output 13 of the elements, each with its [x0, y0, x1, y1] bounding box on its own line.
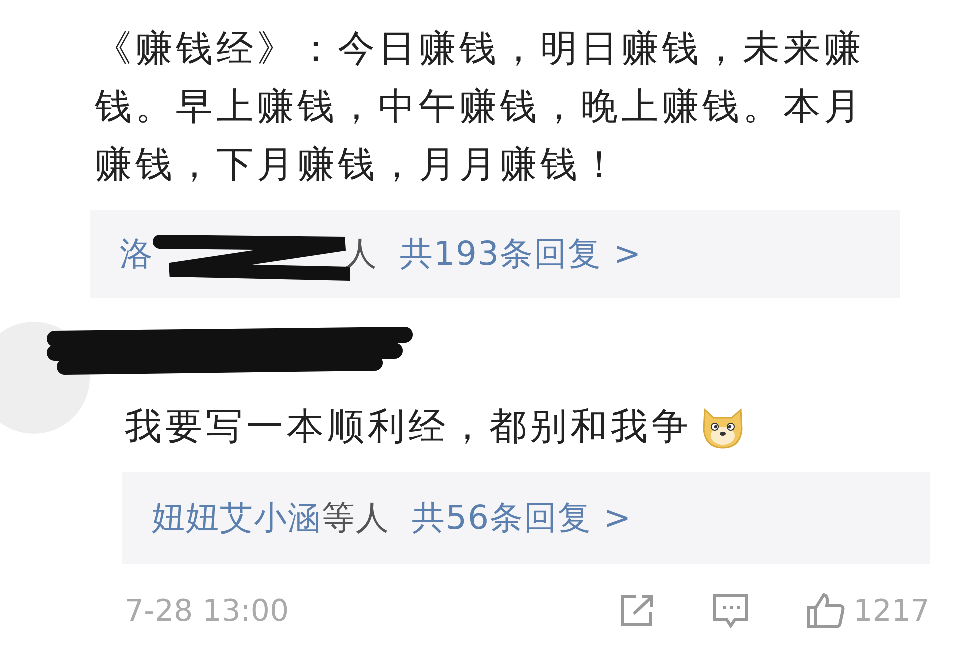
- like-count: 1217: [854, 594, 930, 628]
- share-icon[interactable]: [620, 594, 656, 628]
- reply-others-text: 等人: [322, 496, 390, 538]
- comment-time: 7-28 13:00: [125, 594, 290, 628]
- replies-panel[interactable]: 妞妞艾小涵等人 共56条回复 >: [122, 472, 930, 564]
- comment-text: 我要写一本顺利经，都别和我争: [125, 404, 692, 450]
- comment-icon[interactable]: [712, 593, 750, 629]
- reply-count-link[interactable]: 共193条回复 >: [400, 232, 642, 276]
- reply-count-link[interactable]: 共56条回复 >: [412, 496, 632, 540]
- reply-user-name[interactable]: 洛: [120, 232, 154, 276]
- comment-text: 《赚钱经》：今日赚钱，明日赚钱，未来赚钱。早上赚钱，中午赚钱，晚上赚钱。本月赚钱，下月赚钱，月月赚钱！: [95, 26, 866, 188]
- thumbs-up-icon[interactable]: [806, 592, 846, 630]
- reply-user-name[interactable]: 妞妞艾小涵: [152, 496, 322, 540]
